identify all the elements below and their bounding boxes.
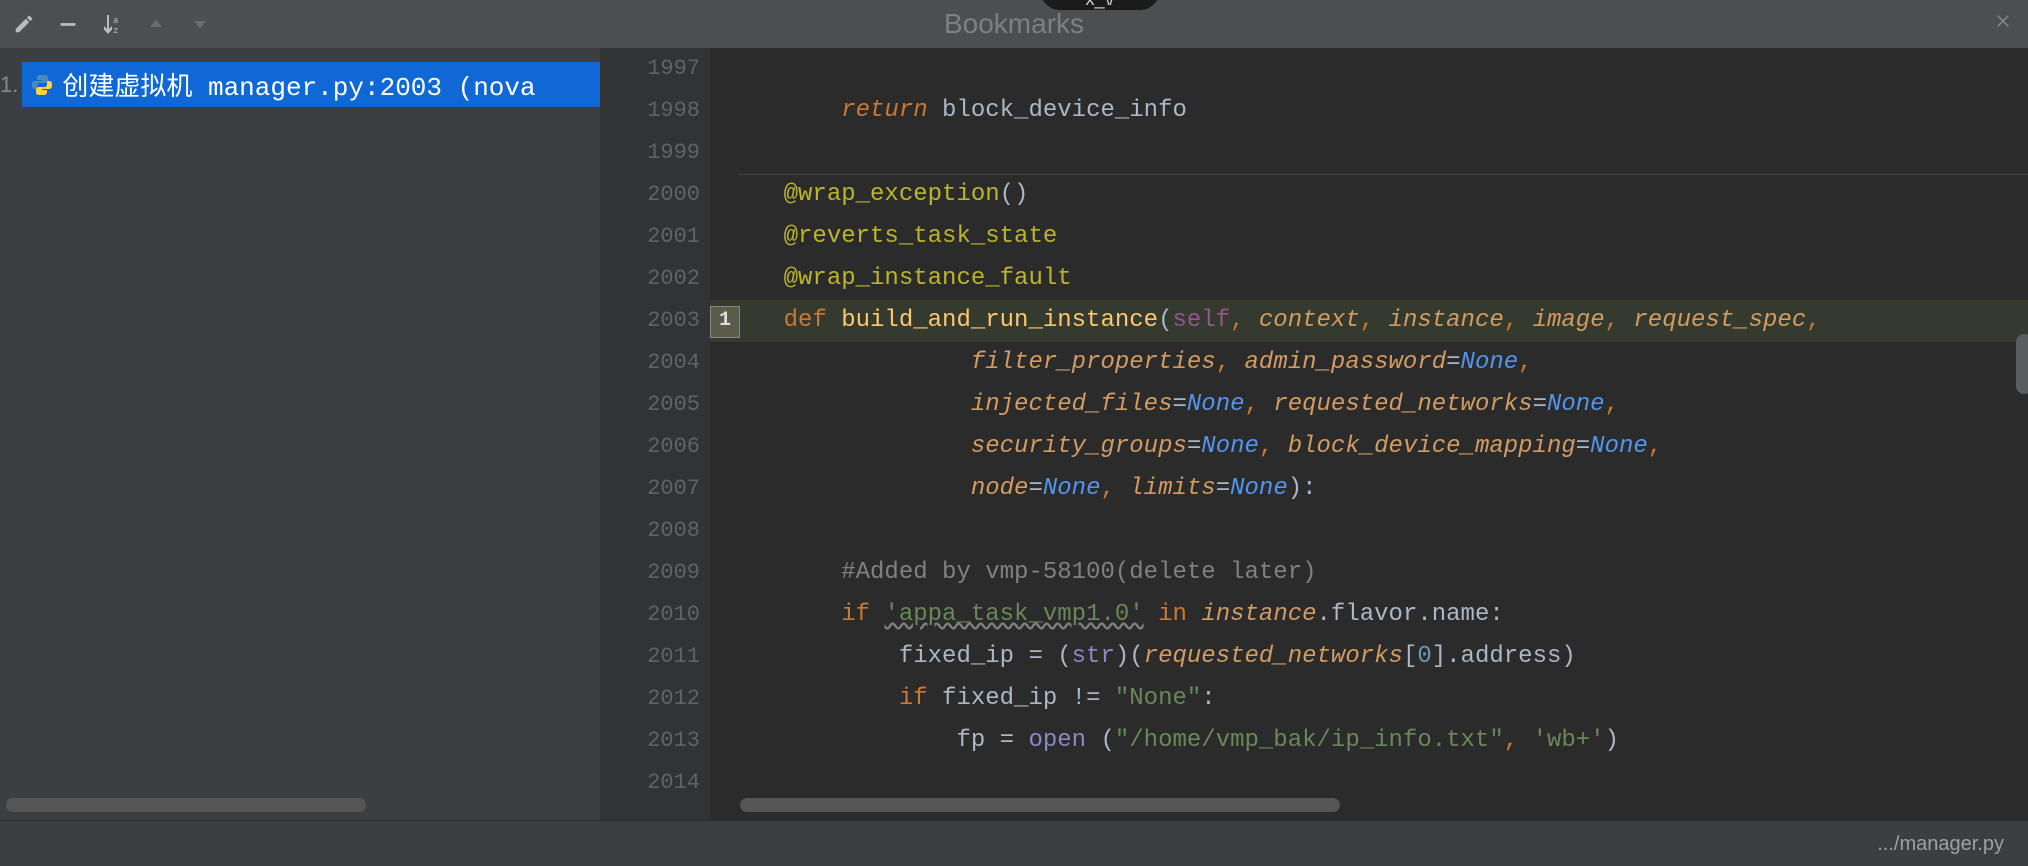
panel-title: Bookmarks (944, 8, 1084, 40)
minus-icon[interactable] (56, 12, 80, 36)
code-line[interactable]: #Added by vmp-58100(delete later) (710, 552, 2028, 594)
line-number: 2009 (600, 552, 700, 594)
code-area[interactable]: return block_device_info @wrap_exception… (710, 48, 2028, 804)
line-number: 2011 (600, 636, 700, 678)
line-number: 2003 (600, 300, 700, 342)
line-number: 2001 (600, 216, 700, 258)
line-number-gutter: 1997199819992000200120022003200420052006… (600, 48, 710, 820)
close-icon[interactable] (1994, 12, 2012, 37)
line-number: 2013 (600, 720, 700, 762)
edit-icon[interactable] (12, 12, 36, 36)
svg-text:z: z (113, 26, 118, 36)
line-number: 1998 (600, 90, 700, 132)
status-file-path: .../manager.py (1877, 833, 2004, 856)
bookmarks-list: 1. 创建虚拟机 manager.py:2003 (nova (0, 48, 600, 820)
line-number: 2000 (600, 174, 700, 216)
code-line[interactable]: @reverts_task_state (710, 216, 2028, 258)
code-line[interactable]: @wrap_exception() (710, 174, 2028, 216)
line-number: 2005 (600, 384, 700, 426)
code-line[interactable]: node=None, limits=None): (710, 468, 2028, 510)
bookmark-index: 1. (0, 72, 22, 98)
svg-text:a: a (113, 16, 119, 26)
line-number: 1999 (600, 132, 700, 174)
line-number: 1997 (600, 48, 700, 90)
python-file-icon (30, 73, 54, 97)
line-number: 2007 (600, 468, 700, 510)
code-line[interactable]: if 'appa_task_vmp1.0' in instance.flavor… (710, 594, 2028, 636)
bookmark-label: 创建虚拟机 manager.py:2003 (nova (62, 66, 535, 103)
code-line[interactable] (710, 132, 2028, 174)
code-line[interactable]: @wrap_instance_fault (710, 258, 2028, 300)
code-preview: 1997199819992000200120022003200420052006… (600, 48, 2028, 820)
code-line[interactable]: def build_and_run_instance(self, context… (710, 300, 2028, 342)
code-line[interactable]: injected_files=None, requested_networks=… (710, 384, 2028, 426)
code-line[interactable]: if fixed_ip != "None": (710, 678, 2028, 720)
sidebar-horizontal-scrollbar[interactable] (6, 798, 366, 812)
code-line[interactable]: fp = open ("/home/vmp_bak/ip_info.txt", … (710, 720, 2028, 762)
line-number: 2014 (600, 762, 700, 804)
line-number: 2008 (600, 510, 700, 552)
status-bar: .../manager.py (0, 820, 2028, 866)
editor-vertical-scrollbar[interactable] (2016, 334, 2028, 394)
code-line[interactable]: return block_device_info (710, 90, 2028, 132)
code-line[interactable]: filter_properties, admin_password=None, (710, 342, 2028, 384)
code-line[interactable] (710, 48, 2028, 90)
line-number: 2002 (600, 258, 700, 300)
sort-az-icon[interactable]: az (100, 12, 124, 36)
line-number: 2010 (600, 594, 700, 636)
line-number: 2004 (600, 342, 700, 384)
code-line[interactable] (710, 510, 2028, 552)
code-line[interactable]: security_groups=None, block_device_mappi… (710, 426, 2028, 468)
editor-horizontal-scrollbar[interactable] (740, 798, 1340, 812)
bookmark-marker[interactable]: 1 (710, 306, 740, 338)
tab-overlay: x_\/ (1040, 0, 1160, 10)
bookmark-item[interactable]: 1. 创建虚拟机 manager.py:2003 (nova (0, 62, 600, 107)
bookmarks-toolbar: az Bookmarks (0, 0, 2028, 48)
move-down-icon[interactable] (188, 12, 212, 36)
line-number: 2012 (600, 678, 700, 720)
move-up-icon[interactable] (144, 12, 168, 36)
line-number: 2006 (600, 426, 700, 468)
code-line[interactable]: fixed_ip = (str)(requested_networks[0].a… (710, 636, 2028, 678)
